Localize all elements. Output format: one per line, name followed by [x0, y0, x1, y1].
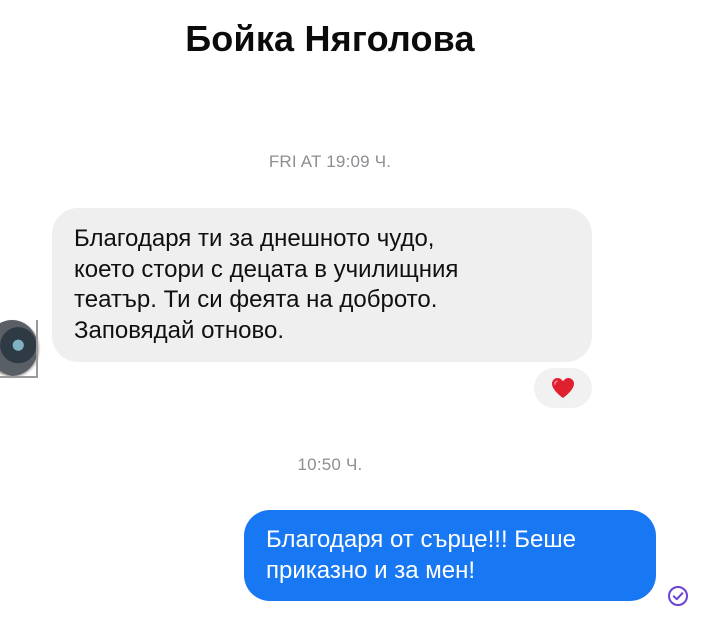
message-reaction[interactable] — [534, 368, 592, 408]
message-line: Благодаря ти за днешното чудо, — [74, 225, 435, 252]
contact-name-title[interactable]: Бойка Няголова — [0, 18, 660, 60]
message-line: Благодаря от сърце!!! Беше — [266, 526, 576, 553]
sent-check-icon — [668, 586, 688, 606]
avatar-frame — [0, 320, 38, 378]
message-line: приказно и за мен! — [266, 556, 475, 584]
message-timestamp: 10:50 Ч. — [297, 455, 363, 474]
message-timestamp: FRI AT 19:09 Ч. — [268, 152, 392, 171]
heart-icon — [552, 378, 574, 398]
message-line: театър. Ти си феята на доброто. — [74, 286, 438, 313]
message-line: което стори с децата в училищния — [74, 255, 459, 283]
incoming-message-bubble[interactable]: Благодаря ти за днешното чудо, което сто… — [52, 208, 592, 362]
outgoing-message-bubble[interactable]: Благодаря от сърце!!! Беше приказно и за… — [244, 510, 656, 601]
message-line: Заповядай отново. — [74, 316, 284, 344]
